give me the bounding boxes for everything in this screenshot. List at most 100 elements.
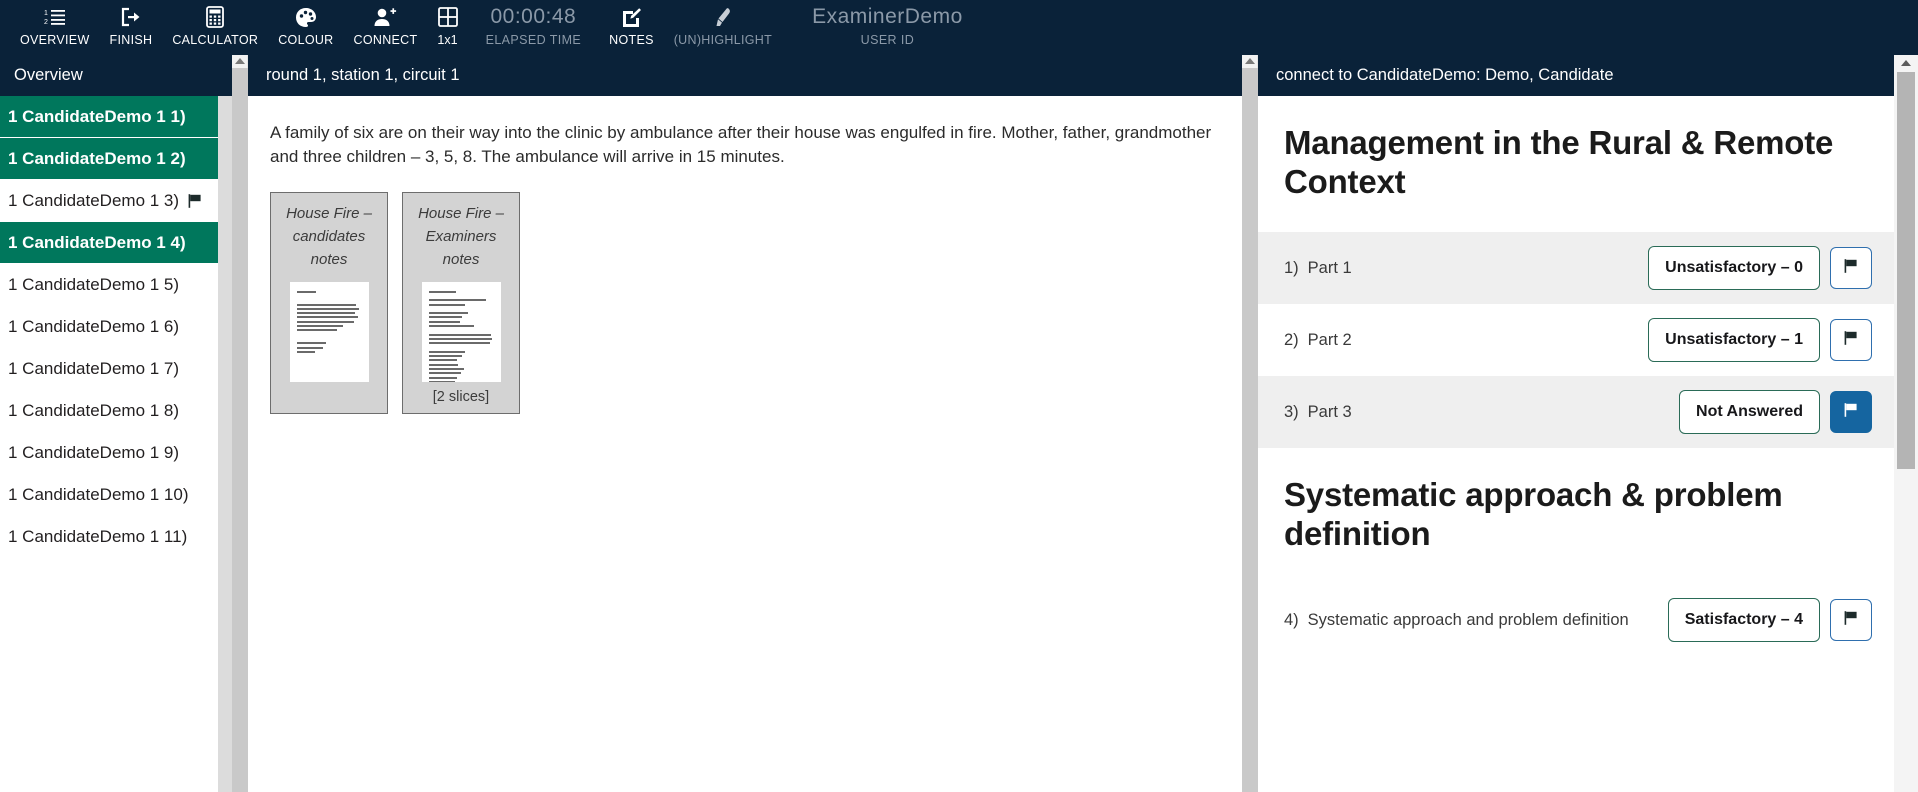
sidebar-item-2[interactable]: 1 CandidateDemo 1 2): [0, 138, 232, 180]
sidebar-item-label: 1 CandidateDemo 1 4): [8, 232, 186, 252]
add-person-icon: [373, 4, 397, 30]
flag-icon: [1843, 330, 1859, 349]
toolbar-button-overview[interactable]: 1 2 OVERVIEW: [10, 0, 100, 47]
elapsed-time: 00:00:48 ELAPSED TIME: [468, 0, 600, 47]
marking-sections: Management in the Rural & Remote Context…: [1258, 96, 1894, 792]
grade-button[interactable]: Unsatisfactory – 0: [1648, 245, 1820, 290]
user-id: ExaminerDemo USER ID: [782, 0, 973, 47]
page-scrollbar[interactable]: [1894, 55, 1918, 792]
grade-button[interactable]: Unsatisfactory – 1: [1648, 317, 1820, 362]
sidebar-scrollbar-thumb[interactable]: [218, 96, 232, 792]
document-page-preview: [289, 281, 369, 382]
document-thumbnail-1[interactable]: House Fire – candidates notes: [270, 192, 388, 414]
highlighter-icon: [713, 4, 733, 30]
marking-panel: connect to CandidateDemo: Demo, Candidat…: [1242, 55, 1918, 792]
sidebar-item-5[interactable]: 1 CandidateDemo 1 5): [0, 264, 232, 306]
toolbar-label-highlight: (UN)HIGHLIGHT: [673, 33, 773, 47]
toolbar-button-highlight[interactable]: (UN)HIGHLIGHT: [664, 0, 782, 47]
marking-section-title-1: Management in the Rural & Remote Context: [1284, 124, 1834, 200]
marking-row-number: 3): [1284, 402, 1299, 421]
scroll-up-arrow-icon[interactable]: [1901, 60, 1911, 66]
toolbar-label-overview: OVERVIEW: [20, 33, 90, 47]
document-thumbnail-title: House Fire – Examiners notes: [418, 205, 504, 268]
toolbar-label-notes: NOTES: [609, 33, 654, 47]
sidebar-item-label: 1 CandidateDemo 1 3): [8, 190, 180, 210]
sidebar-item-9[interactable]: 1 CandidateDemo 1 9): [0, 432, 232, 474]
station-body: A family of six are on their way into th…: [248, 96, 1242, 792]
marking-row-text: Part 1: [1307, 258, 1352, 277]
page-scrollbar-thumb[interactable]: [1897, 72, 1915, 469]
document-thumbnail-title: House Fire – candidates notes: [286, 205, 372, 268]
overview-sidebar: Overview 1 CandidateDemo 1 1) 1 Candidate…: [0, 55, 232, 792]
marking-row-controls: Satisfactory – 4: [1667, 597, 1872, 642]
top-toolbar: 1 2 OVERVIEW FINISH CALCULATOR COLOUR CO…: [0, 0, 1918, 55]
marking-row-number: 1): [1284, 258, 1299, 277]
sidebar-header: Overview: [0, 55, 232, 96]
toolbar-button-layout[interactable]: 1x1: [427, 0, 467, 47]
marking-panel-scrollbar[interactable]: [1242, 55, 1258, 792]
sidebar-item-6[interactable]: 1 CandidateDemo 1 6): [0, 306, 232, 348]
sidebar-item-label: 1 CandidateDemo 1 2): [8, 148, 186, 168]
calculator-icon: [206, 4, 225, 30]
document-thumbnail-2[interactable]: House Fire – Examiners notes [2 slices]: [402, 192, 520, 414]
marking-panel-scrollbar-thumb[interactable]: [1242, 68, 1258, 792]
sidebar-item-label: 1 CandidateDemo 1 5): [8, 274, 180, 294]
flag-icon: [187, 193, 203, 209]
flag-toggle-button[interactable]: [1830, 598, 1872, 641]
sidebar-item-3[interactable]: 1 CandidateDemo 1 3): [0, 180, 232, 222]
flag-toggle-button[interactable]: [1830, 318, 1872, 361]
marking-row-number: 4): [1284, 610, 1299, 629]
marking-row: 3) Part 3 Not Answered: [1258, 375, 1894, 448]
sidebar-item-label: 1 CandidateDemo 1 8): [8, 400, 180, 420]
sidebar-item-10[interactable]: 1 CandidateDemo 1 10): [0, 474, 232, 516]
center-scrollbar-thumb[interactable]: [232, 68, 248, 792]
toolbar-label-layout: 1x1: [437, 33, 458, 47]
toolbar-label-calculator: CALCULATOR: [172, 33, 259, 47]
grade-button[interactable]: Satisfactory – 4: [1667, 597, 1820, 642]
toolbar-button-notes[interactable]: NOTES: [599, 0, 664, 47]
marking-row: 4) Systematic approach and problem defini…: [1258, 584, 1894, 656]
marking-row-text: Systematic approach and problem definiti…: [1307, 610, 1629, 629]
marking-row-controls: Unsatisfactory – 0: [1648, 245, 1872, 290]
scroll-up-arrow-icon[interactable]: [235, 58, 245, 64]
grid-icon: [437, 4, 458, 30]
sidebar-item-8[interactable]: 1 CandidateDemo 1 8): [0, 390, 232, 432]
flag-icon: [1843, 258, 1859, 277]
sidebar-item-label: 1 CandidateDemo 1 7): [8, 358, 180, 378]
toolbar-label-connect: CONNECT: [353, 33, 418, 47]
sidebar-scrollbar[interactable]: [218, 96, 232, 792]
sidebar-item-label: 1 CandidateDemo 1 11): [8, 526, 188, 546]
marking-row: 1) Part 1 Unsatisfactory – 0: [1258, 231, 1894, 304]
scenario-stem-text: A family of six are on their way into th…: [270, 123, 1212, 167]
toolbar-button-calculator[interactable]: CALCULATOR: [162, 0, 268, 47]
toolbar-button-colour[interactable]: COLOUR: [268, 0, 343, 47]
sidebar-item-label: 1 CandidateDemo 1 1): [8, 106, 186, 126]
connect-candidate-header: connect to CandidateDemo: Demo, Candidat…: [1258, 55, 1894, 96]
palette-icon: [295, 4, 317, 30]
sidebar-list: 1 CandidateDemo 1 1) 1 CandidateDemo 1 2)…: [0, 96, 232, 558]
toolbar-button-connect[interactable]: CONNECT: [344, 0, 428, 47]
ordered-list-icon: 1 2: [44, 4, 66, 30]
station-header: round 1, station 1, circuit 1: [248, 55, 1242, 96]
flag-toggle-button[interactable]: [1830, 390, 1872, 433]
sidebar-item-11[interactable]: 1 CandidateDemo 1 11): [0, 516, 232, 558]
station-panel: round 1, station 1, circuit 1 A family o…: [232, 55, 1242, 792]
scroll-up-arrow-icon[interactable]: [1245, 58, 1255, 64]
marking-row: 2) Part 2 Unsatisfactory – 1: [1258, 304, 1894, 376]
toolbar-button-finish[interactable]: FINISH: [100, 0, 163, 47]
marking-row-label: 4) Systematic approach and problem defini…: [1284, 609, 1629, 631]
flag-icon: [1843, 402, 1859, 421]
sidebar-item-7[interactable]: 1 CandidateDemo 1 7): [0, 348, 232, 390]
sidebar-item-4[interactable]: 1 CandidateDemo 1 4): [0, 222, 232, 264]
flag-toggle-button[interactable]: [1830, 246, 1872, 289]
marking-row-controls: Not Answered: [1679, 389, 1872, 434]
svg-text:1: 1: [44, 10, 48, 17]
user-id-name: ExaminerDemo: [812, 5, 963, 28]
grade-button[interactable]: Not Answered: [1679, 389, 1820, 434]
user-id-label: USER ID: [860, 33, 915, 47]
notes-pencil-icon: [621, 4, 642, 30]
toolbar-label-finish: FINISH: [109, 33, 153, 47]
sidebar-item-1[interactable]: 1 CandidateDemo 1 1): [0, 96, 232, 138]
logout-icon: [120, 4, 142, 30]
center-scrollbar[interactable]: [232, 55, 248, 792]
